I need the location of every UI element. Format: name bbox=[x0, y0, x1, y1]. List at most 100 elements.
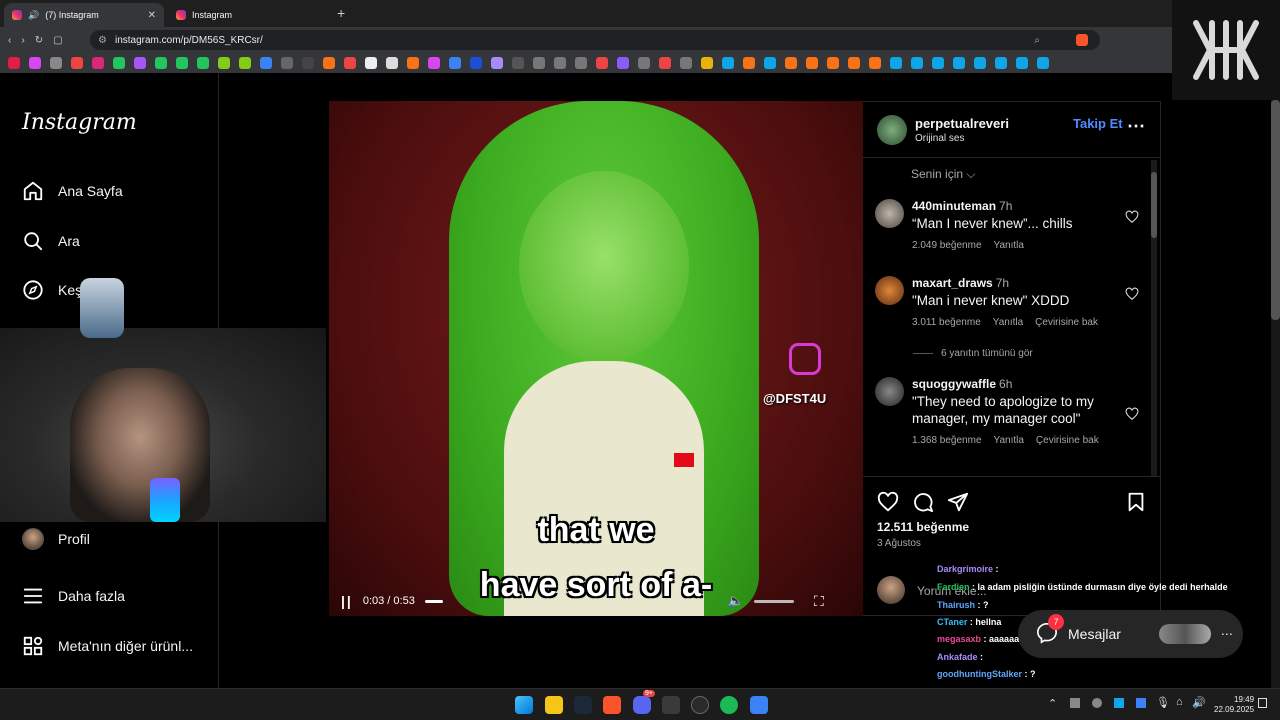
comment-likes[interactable]: 2.049 beğenme bbox=[912, 240, 982, 251]
bookmark-icon[interactable] bbox=[869, 57, 881, 69]
site-info-icon[interactable]: ⚙ bbox=[98, 35, 107, 46]
app-icon[interactable] bbox=[662, 696, 680, 714]
bookmark-icon[interactable]: ▢ bbox=[53, 35, 62, 46]
comment-likes[interactable]: 1.368 beğenme bbox=[912, 435, 982, 446]
discord-icon[interactable]: 9+ bbox=[633, 690, 655, 714]
bookmark-icon[interactable] bbox=[449, 57, 461, 69]
volume-icon[interactable]: 🔈 bbox=[728, 593, 744, 609]
nav-profile[interactable]: Profil bbox=[22, 528, 90, 550]
page-scrollbar[interactable] bbox=[1271, 100, 1280, 688]
progress-bar[interactable] bbox=[424, 599, 443, 603]
reply-button[interactable]: Yanıtla bbox=[993, 317, 1023, 328]
instagram-logo[interactable]: Instagram bbox=[22, 110, 137, 135]
scrollbar-thumb[interactable] bbox=[1271, 100, 1280, 320]
bookmark-reddit-icon[interactable] bbox=[344, 57, 356, 69]
nav-home[interactable]: Ana Sayfa bbox=[22, 180, 123, 202]
app-icon[interactable] bbox=[750, 696, 768, 714]
reply-button[interactable]: Yanıtla bbox=[994, 435, 1024, 446]
clock[interactable]: 19:49 22.09.2025 bbox=[1214, 695, 1254, 715]
bookmark-icon[interactable] bbox=[218, 57, 230, 69]
bookmark-steam-icon[interactable] bbox=[890, 57, 902, 69]
post-video[interactable]: @DFST4U that we have sort of a- || 0:03 … bbox=[329, 101, 863, 616]
bookmark-icon[interactable] bbox=[575, 57, 587, 69]
bookmark-steam-icon[interactable] bbox=[764, 57, 776, 69]
windows-start-icon[interactable] bbox=[515, 696, 533, 714]
bookmark-icon[interactable] bbox=[281, 57, 293, 69]
translate-link[interactable]: Çevirisine bak bbox=[1036, 435, 1099, 446]
reload-icon[interactable]: ↻ bbox=[35, 35, 43, 46]
comment-username[interactable]: maxart_draws bbox=[912, 276, 993, 290]
bookmark-kick-icon[interactable] bbox=[197, 57, 209, 69]
bookmark-icon[interactable] bbox=[260, 57, 272, 69]
file-explorer-icon[interactable] bbox=[545, 696, 563, 714]
close-tab-icon[interactable]: ✕ bbox=[148, 10, 156, 21]
bookmark-icon[interactable] bbox=[596, 57, 608, 69]
translate-link[interactable]: Çevirisine bak bbox=[1035, 317, 1098, 328]
bookmark-icon[interactable] bbox=[365, 57, 377, 69]
bookmark-icon[interactable] bbox=[806, 57, 818, 69]
comment-icon[interactable] bbox=[912, 491, 934, 513]
bookmark-icon[interactable] bbox=[554, 57, 566, 69]
tab-instagram[interactable]: Instagram bbox=[168, 3, 328, 27]
bookmark-steam-icon[interactable] bbox=[1037, 57, 1049, 69]
bookmark-icon[interactable] bbox=[785, 57, 797, 69]
tab-instagram-active[interactable]: 🔊 (7) Instagram ✕ bbox=[4, 3, 164, 27]
bookmark-kick-icon[interactable] bbox=[155, 57, 167, 69]
bookmark-folder-icon[interactable] bbox=[701, 57, 713, 69]
commenter-avatar[interactable] bbox=[875, 276, 904, 305]
bookmark-amazon-icon[interactable] bbox=[386, 57, 398, 69]
bookmark-icon[interactable] bbox=[659, 57, 671, 69]
bookmark-steam-icon[interactable] bbox=[932, 57, 944, 69]
bookmark-icon[interactable] bbox=[491, 57, 503, 69]
bookmark-steam-icon[interactable] bbox=[1016, 57, 1028, 69]
heart-icon[interactable] bbox=[1125, 210, 1139, 224]
bookmark-icon[interactable] bbox=[512, 57, 524, 69]
back-icon[interactable]: ‹ bbox=[8, 35, 11, 46]
tray-icon[interactable] bbox=[1092, 698, 1102, 708]
bookmark-icon[interactable] bbox=[470, 57, 482, 69]
volume-slider[interactable] bbox=[754, 599, 795, 603]
bookmark-icon[interactable] bbox=[638, 57, 650, 69]
comments-scrollbar[interactable] bbox=[1151, 160, 1157, 476]
steam-icon[interactable] bbox=[574, 696, 592, 714]
new-tab-button[interactable]: + bbox=[337, 5, 345, 21]
bookmark-steam-icon[interactable] bbox=[911, 57, 923, 69]
save-bookmark-icon[interactable] bbox=[1125, 491, 1147, 513]
tray-icon[interactable] bbox=[1070, 698, 1080, 708]
author-avatar[interactable] bbox=[877, 115, 907, 145]
bookmark-icon[interactable] bbox=[743, 57, 755, 69]
fullscreen-icon[interactable]: ⛶ bbox=[814, 593, 824, 610]
bookmark-icon[interactable] bbox=[617, 57, 629, 69]
tray-steam-icon[interactable] bbox=[1114, 698, 1124, 708]
messages-button[interactable]: 7 Mesajlar ⋯ bbox=[1018, 610, 1243, 658]
bookmark-steam-icon[interactable] bbox=[974, 57, 986, 69]
bookmark-icon[interactable] bbox=[428, 57, 440, 69]
bookmark-instagram-icon[interactable] bbox=[29, 57, 41, 69]
audio-label[interactable]: Orijinal ses bbox=[915, 133, 964, 144]
bookmark-icon[interactable] bbox=[113, 57, 125, 69]
bookmark-icon[interactable] bbox=[92, 57, 104, 69]
bookmark-youtube-icon[interactable] bbox=[8, 57, 20, 69]
nav-meta-products[interactable]: Meta'nın diğer ürünl... bbox=[22, 635, 193, 657]
bookmark-steam-icon[interactable] bbox=[995, 57, 1007, 69]
bookmark-steam-icon[interactable] bbox=[953, 57, 965, 69]
bookmark-steam-icon[interactable] bbox=[722, 57, 734, 69]
speaker-icon[interactable]: 🔊 bbox=[28, 10, 39, 21]
bookmark-icon[interactable] bbox=[533, 57, 545, 69]
bookmark-twitch-icon[interactable] bbox=[134, 57, 146, 69]
more-options-icon[interactable]: ⋯ bbox=[1127, 116, 1145, 137]
like-heart-icon[interactable] bbox=[877, 491, 899, 513]
share-icon[interactable] bbox=[947, 491, 969, 513]
bookmark-icon[interactable] bbox=[680, 57, 692, 69]
view-replies-link[interactable]: 6 yanıtın tümünü gör bbox=[913, 348, 1033, 359]
heart-icon[interactable] bbox=[1125, 407, 1139, 421]
obs-icon[interactable] bbox=[691, 696, 709, 714]
follow-button[interactable]: Takip Et bbox=[1073, 116, 1123, 131]
brave-icon[interactable] bbox=[603, 696, 621, 714]
tray-icon[interactable] bbox=[1136, 698, 1146, 708]
scrollbar-thumb[interactable] bbox=[1151, 172, 1157, 238]
zoom-icon[interactable]: ⌕ bbox=[1034, 35, 1040, 46]
commenter-avatar[interactable] bbox=[875, 377, 904, 406]
pause-icon[interactable]: || bbox=[341, 593, 353, 609]
nav-more[interactable]: Daha fazla bbox=[22, 585, 125, 607]
